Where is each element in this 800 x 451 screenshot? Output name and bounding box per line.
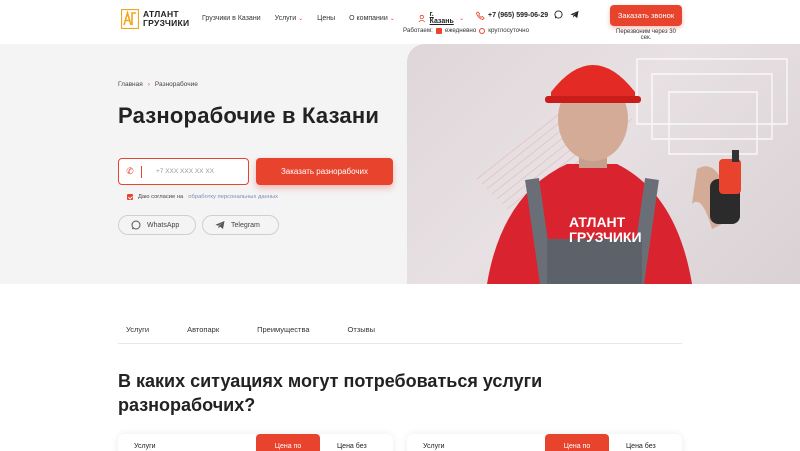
nav-item-prices[interactable]: Цены xyxy=(317,15,335,22)
price-card: Услуги Цена по Цена без xyxy=(118,434,393,451)
whatsapp-label: WhatsApp xyxy=(147,221,180,229)
hero-section: АТЛАНТ ГРУЗЧИКИ Главная › Разнорабочие Р… xyxy=(0,44,800,284)
card-alt-tab[interactable]: Цена без xyxy=(337,443,367,450)
breadcrumb: Главная › Разнорабочие xyxy=(118,81,198,88)
phone-link[interactable]: +7 (965) 599-06-29 xyxy=(476,11,548,20)
tab-reviews[interactable]: Отзывы xyxy=(348,325,375,343)
consent-checkbox[interactable] xyxy=(127,194,133,200)
phone-icon xyxy=(476,11,485,20)
worker-illustration: АТЛАНТ ГРУЗЧИКИ xyxy=(476,58,788,284)
phone-icon: ✆ xyxy=(126,166,134,176)
price-card: Услуги Цена по Цена без xyxy=(407,434,682,451)
calendar-icon xyxy=(435,27,442,34)
worktime-label: Работаем: xyxy=(403,27,433,34)
phone-number: +7 (965) 599-06-29 xyxy=(488,12,549,19)
main-nav: Грузчики в Казани Услуги ⌄ Цены О компани… xyxy=(202,15,395,22)
card-label: Услуги xyxy=(423,443,445,450)
card-label: Услуги xyxy=(134,443,156,450)
whatsapp-button[interactable]: WhatsApp xyxy=(118,215,196,235)
consent-text: Даю согласие на xyxy=(138,194,184,200)
person-icon xyxy=(418,14,426,22)
card-highlight-tab[interactable]: Цена по xyxy=(545,434,609,451)
logo[interactable]: АТЛАНТ ГРУЗЧИКИ xyxy=(121,9,189,29)
chevron-down-icon: ⌄ xyxy=(459,15,465,22)
tab-fleet[interactable]: Автопарк xyxy=(187,325,219,343)
nav-item-services[interactable]: Услуги ⌄ xyxy=(275,15,304,22)
card-highlight-tab[interactable]: Цена по xyxy=(256,434,320,451)
privacy-link[interactable]: обработку персональных данных xyxy=(188,194,278,200)
svg-text:ГРУЗЧИКИ: ГРУЗЧИКИ xyxy=(569,229,642,245)
hero-worker-photo: АТЛАНТ ГРУЗЧИКИ xyxy=(407,44,800,284)
worktime-days: ежедневно xyxy=(444,27,477,34)
breadcrumb-home[interactable]: Главная xyxy=(118,81,143,88)
city-selector[interactable]: г. Казань ⌄ xyxy=(418,11,464,25)
site-header: АТЛАНТ ГРУЗЧИКИ Грузчики в Казани Услуги… xyxy=(0,0,800,44)
telegram-button[interactable]: Telegram xyxy=(202,215,279,235)
city-label: г. Казань xyxy=(429,11,454,25)
telegram-icon[interactable] xyxy=(570,10,579,19)
nav-item-loaders[interactable]: Грузчики в Казани xyxy=(202,15,261,22)
worktime-hours: круглосуточно xyxy=(488,27,530,34)
chevron-down-icon: ⌄ xyxy=(298,16,304,22)
section-title: В каких ситуациях могут потребоваться ус… xyxy=(118,371,543,415)
logo-icon xyxy=(121,9,139,29)
phone-input[interactable] xyxy=(156,168,246,175)
breadcrumb-current: Разнорабочие xyxy=(154,81,198,88)
phone-field[interactable]: ✆ xyxy=(118,158,249,185)
whatsapp-icon[interactable] xyxy=(554,10,563,19)
telegram-label: Telegram xyxy=(231,221,260,229)
section-tabs: Услуги Автопарк Преимущества Отзывы xyxy=(118,325,682,344)
call-note: Перезвоним через 30 сек. xyxy=(616,29,676,41)
breadcrumb-separator-icon: › xyxy=(147,81,150,88)
nav-item-about[interactable]: О компании ⌄ xyxy=(349,15,395,22)
request-call-button[interactable]: Заказать звонок xyxy=(610,5,682,26)
input-divider xyxy=(141,165,142,178)
consent-row: Даю согласие на обработку персональных д… xyxy=(127,194,278,200)
header-socials xyxy=(554,10,579,19)
svg-text:АТЛАНТ: АТЛАНТ xyxy=(569,214,626,230)
order-workers-button[interactable]: Заказать разнорабочих xyxy=(256,158,393,185)
work-hours: Работаем: ежедневно круглосуточно xyxy=(403,27,529,34)
logo-line-2: ГРУЗЧИКИ xyxy=(143,18,190,28)
whatsapp-icon xyxy=(131,220,141,230)
page-title: Разнорабочие в Казани xyxy=(118,103,380,128)
tab-advantages[interactable]: Преимущества xyxy=(257,325,309,343)
clock-icon xyxy=(479,27,486,34)
telegram-icon xyxy=(215,221,225,229)
card-alt-tab[interactable]: Цена без xyxy=(626,443,656,450)
tab-services[interactable]: Услуги xyxy=(126,325,149,343)
chevron-down-icon: ⌄ xyxy=(389,16,395,22)
